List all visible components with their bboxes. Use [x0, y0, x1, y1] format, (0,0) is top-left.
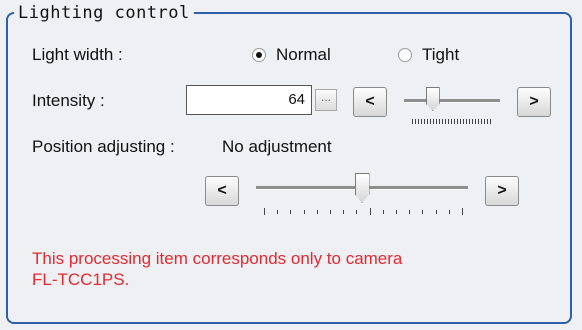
position-slider-tick [343, 210, 345, 214]
intensity-slider-ticks [412, 119, 492, 124]
light-width-label: Light width : [32, 45, 123, 64]
position-slider-tick [369, 208, 371, 215]
position-slider-tick [382, 210, 384, 214]
radio-normal[interactable]: Normal [252, 45, 331, 65]
position-adjusting-label: Position adjusting : [32, 137, 175, 156]
position-slider-tick [264, 208, 265, 215]
position-slider-tick [396, 210, 397, 214]
camera-warning-text: This processing item corresponds only to… [32, 249, 403, 289]
intensity-increase-button[interactable]: > [517, 87, 551, 117]
position-slider-tick [448, 210, 450, 214]
group-title: Lighting control [14, 4, 194, 22]
position-slider-tick [422, 210, 424, 214]
position-slider-tick [462, 208, 463, 215]
radio-normal-indicator [252, 48, 266, 62]
intensity-slider-track[interactable] [404, 99, 500, 103]
position-adjusting-value: No adjustment [222, 137, 332, 156]
intensity-ellipsis-button[interactable]: ... [315, 89, 337, 111]
position-slider-tick [409, 210, 411, 214]
position-slider-tick [316, 210, 318, 214]
position-slider-tick [435, 210, 437, 214]
position-increase-button[interactable]: > [485, 176, 519, 206]
intensity-label: Intensity : [32, 91, 105, 110]
radio-tight[interactable]: Tight [398, 45, 459, 65]
position-slider-tick [277, 210, 279, 214]
radio-tight-label: Tight [422, 45, 460, 64]
position-slider-tick [303, 210, 305, 214]
position-decrease-button[interactable]: < [205, 176, 239, 206]
position-slider-tick [290, 210, 292, 214]
position-slider-tick [356, 210, 358, 214]
position-slider-tick [330, 210, 331, 214]
radio-normal-label: Normal [276, 45, 331, 64]
intensity-input[interactable]: 64 [186, 85, 312, 115]
intensity-decrease-button[interactable]: < [353, 87, 387, 117]
radio-tight-indicator [398, 48, 412, 62]
